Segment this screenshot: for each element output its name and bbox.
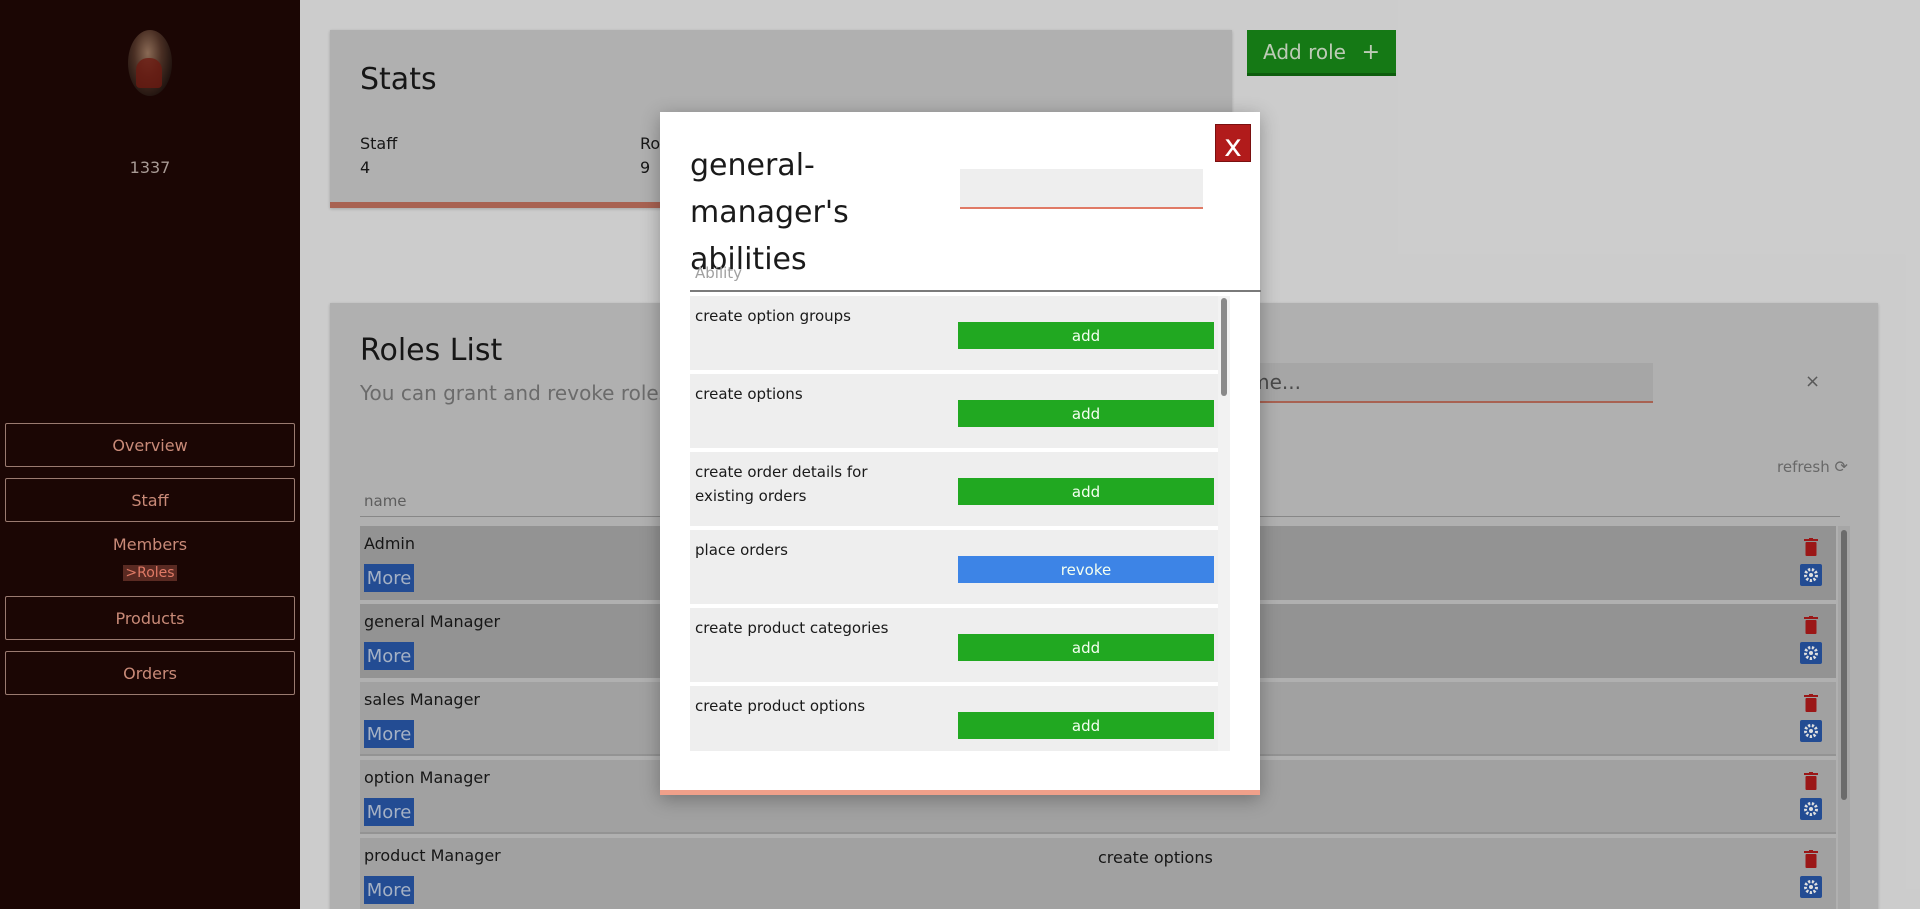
- ability-column-header: Ability: [695, 264, 743, 282]
- ability-row: place orders revoke: [690, 530, 1218, 604]
- ability-name: create product categories: [695, 619, 889, 637]
- nav-roles-label: >Roles: [123, 565, 177, 581]
- sidebar: 1337 Overview Staff Members >Roles Produ…: [0, 0, 300, 909]
- modal-title: general-manager's abilities: [690, 148, 849, 277]
- ability-search[interactable]: [960, 169, 1203, 209]
- revoke-button[interactable]: revoke: [958, 556, 1214, 583]
- ability-row: create order details for existing orders…: [690, 452, 1218, 526]
- header-divider: [690, 290, 1261, 292]
- ability-name: create option groups: [695, 307, 851, 325]
- add-button[interactable]: add: [958, 400, 1214, 427]
- nav-orders[interactable]: Orders: [5, 651, 295, 695]
- ability-name: place orders: [695, 541, 788, 559]
- ability-row: create product options add: [690, 686, 1218, 751]
- ability-name: create product options: [695, 697, 866, 715]
- add-button[interactable]: add: [958, 712, 1214, 739]
- add-button[interactable]: add: [958, 634, 1214, 661]
- nav-roles[interactable]: >Roles: [0, 565, 300, 581]
- close-button[interactable]: x: [1215, 124, 1251, 162]
- ability-search-input[interactable]: [960, 169, 1203, 207]
- ability-row: create options add: [690, 374, 1218, 448]
- nav-staff[interactable]: Staff: [5, 478, 295, 522]
- nav-members[interactable]: Members: [0, 535, 300, 554]
- ability-scrollbar[interactable]: [1218, 296, 1230, 751]
- ability-name: create order details for existing orders: [695, 463, 868, 505]
- add-button[interactable]: add: [958, 478, 1214, 505]
- ability-row: create product categories add: [690, 608, 1218, 682]
- ability-name: create options: [695, 385, 803, 403]
- avatar[interactable]: [128, 30, 172, 96]
- ability-list: create option groups add create options …: [690, 296, 1261, 751]
- add-button[interactable]: add: [958, 322, 1214, 349]
- scroll-thumb[interactable]: [1221, 298, 1227, 396]
- user-id: 1337: [129, 158, 171, 177]
- nav-overview[interactable]: Overview: [5, 423, 295, 467]
- ability-row: create option groups add: [690, 296, 1218, 370]
- nav-products[interactable]: Products: [5, 596, 295, 640]
- abilities-modal: general-manager's abilities x Ability cr…: [660, 112, 1261, 795]
